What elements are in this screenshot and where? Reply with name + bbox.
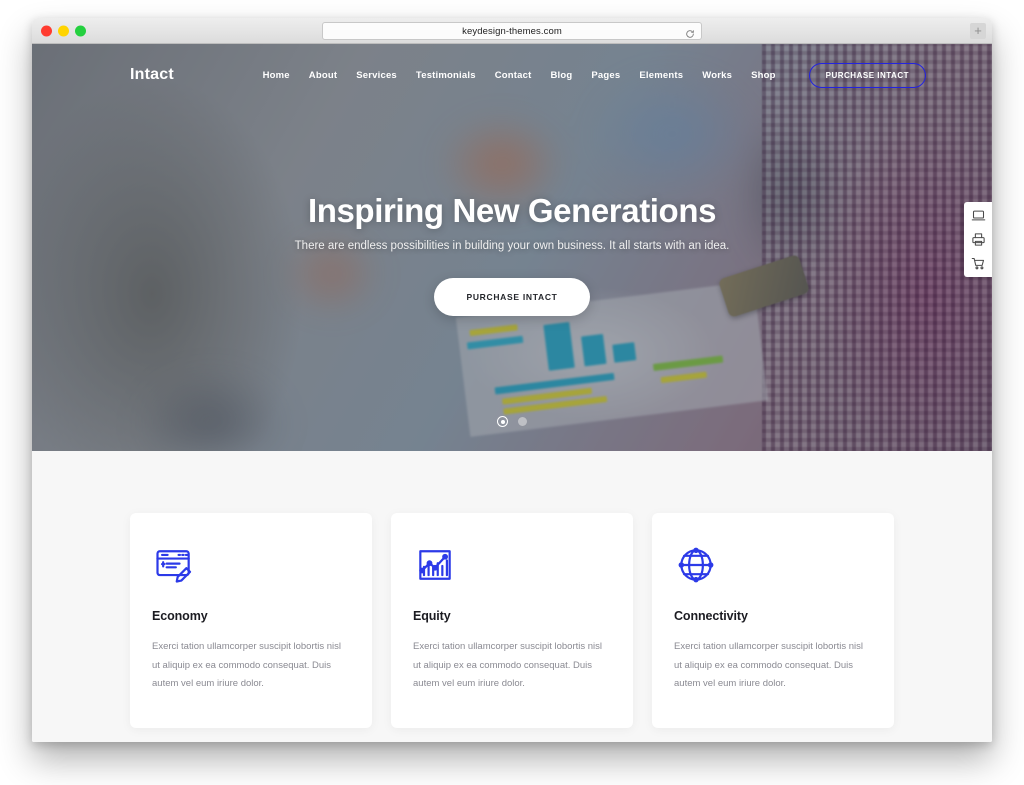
- feature-card-text: Exerci tation ullamcorper suscipit lobor…: [152, 641, 342, 690]
- browser-titlebar: keydesign-themes.com +: [32, 18, 992, 44]
- feature-card-text: Exerci tation ullamcorper suscipit lobor…: [674, 641, 864, 690]
- window-controls: [41, 25, 86, 36]
- hero-title: Inspiring New Generations: [307, 192, 717, 229]
- hero-purchase-button[interactable]: PURCHASE INTACT: [434, 278, 590, 316]
- bar-chart-growth-icon: [413, 543, 457, 587]
- nav-links: Home About Services Testimonials Contact…: [263, 62, 926, 88]
- minimize-window-button[interactable]: [58, 25, 69, 36]
- nav-item-pages[interactable]: Pages: [591, 70, 620, 81]
- url-text: keydesign-themes.com: [462, 25, 562, 37]
- new-tab-button[interactable]: +: [970, 23, 986, 39]
- floating-side-toolbar: [964, 202, 992, 277]
- nav-item-testimonials[interactable]: Testimonials: [416, 70, 476, 81]
- nav-item-blog[interactable]: Blog: [550, 70, 572, 81]
- feature-card-title: Economy: [152, 609, 208, 623]
- laptop-icon[interactable]: [971, 208, 986, 223]
- reload-icon[interactable]: [685, 26, 695, 38]
- feature-card-connectivity[interactable]: Connectivity Exerci tation ullamcorper s…: [652, 513, 894, 728]
- site-logo[interactable]: Intact: [130, 66, 174, 84]
- hero-content: Inspiring New Generations There are endl…: [32, 192, 992, 316]
- feature-card-title: Connectivity: [674, 609, 748, 623]
- nav-item-home[interactable]: Home: [263, 70, 290, 81]
- shopping-cart-icon[interactable]: [971, 256, 986, 271]
- hero-section: Intact Home About Services Testimonials …: [32, 44, 992, 451]
- printer-icon[interactable]: [971, 232, 986, 247]
- page-viewport: Intact Home About Services Testimonials …: [32, 44, 992, 742]
- slider-dot-2[interactable]: [518, 417, 527, 426]
- nav-item-services[interactable]: Services: [356, 70, 397, 81]
- nav-item-contact[interactable]: Contact: [495, 70, 532, 81]
- feature-cards: Economy Exerci tation ullamcorper suscip…: [130, 513, 894, 728]
- slider-pagination: [32, 416, 992, 427]
- site-navigation: Intact Home About Services Testimonials …: [32, 44, 992, 106]
- nav-item-about[interactable]: About: [309, 70, 337, 81]
- slider-dot-1[interactable]: [497, 416, 508, 427]
- nav-purchase-button[interactable]: PURCHASE INTACT: [808, 62, 926, 88]
- close-window-button[interactable]: [41, 25, 52, 36]
- address-bar[interactable]: keydesign-themes.com: [322, 22, 702, 40]
- feature-card-economy[interactable]: Economy Exerci tation ullamcorper suscip…: [130, 513, 372, 728]
- nav-item-works[interactable]: Works: [702, 70, 732, 81]
- features-section: Economy Exerci tation ullamcorper suscip…: [32, 451, 992, 742]
- nav-item-elements[interactable]: Elements: [639, 70, 683, 81]
- browser-window: keydesign-themes.com + Intact Home About…: [32, 18, 992, 742]
- feature-card-title: Equity: [413, 609, 451, 623]
- globe-network-icon: [674, 543, 718, 587]
- maximize-window-button[interactable]: [75, 25, 86, 36]
- hero-subtitle: There are endless possibilities in build…: [294, 240, 730, 252]
- feature-card-equity[interactable]: Equity Exerci tation ullamcorper suscipi…: [391, 513, 633, 728]
- cheque-pen-icon: [152, 543, 196, 587]
- feature-card-text: Exerci tation ullamcorper suscipit lobor…: [413, 641, 603, 690]
- nav-item-shop[interactable]: Shop: [751, 70, 776, 81]
